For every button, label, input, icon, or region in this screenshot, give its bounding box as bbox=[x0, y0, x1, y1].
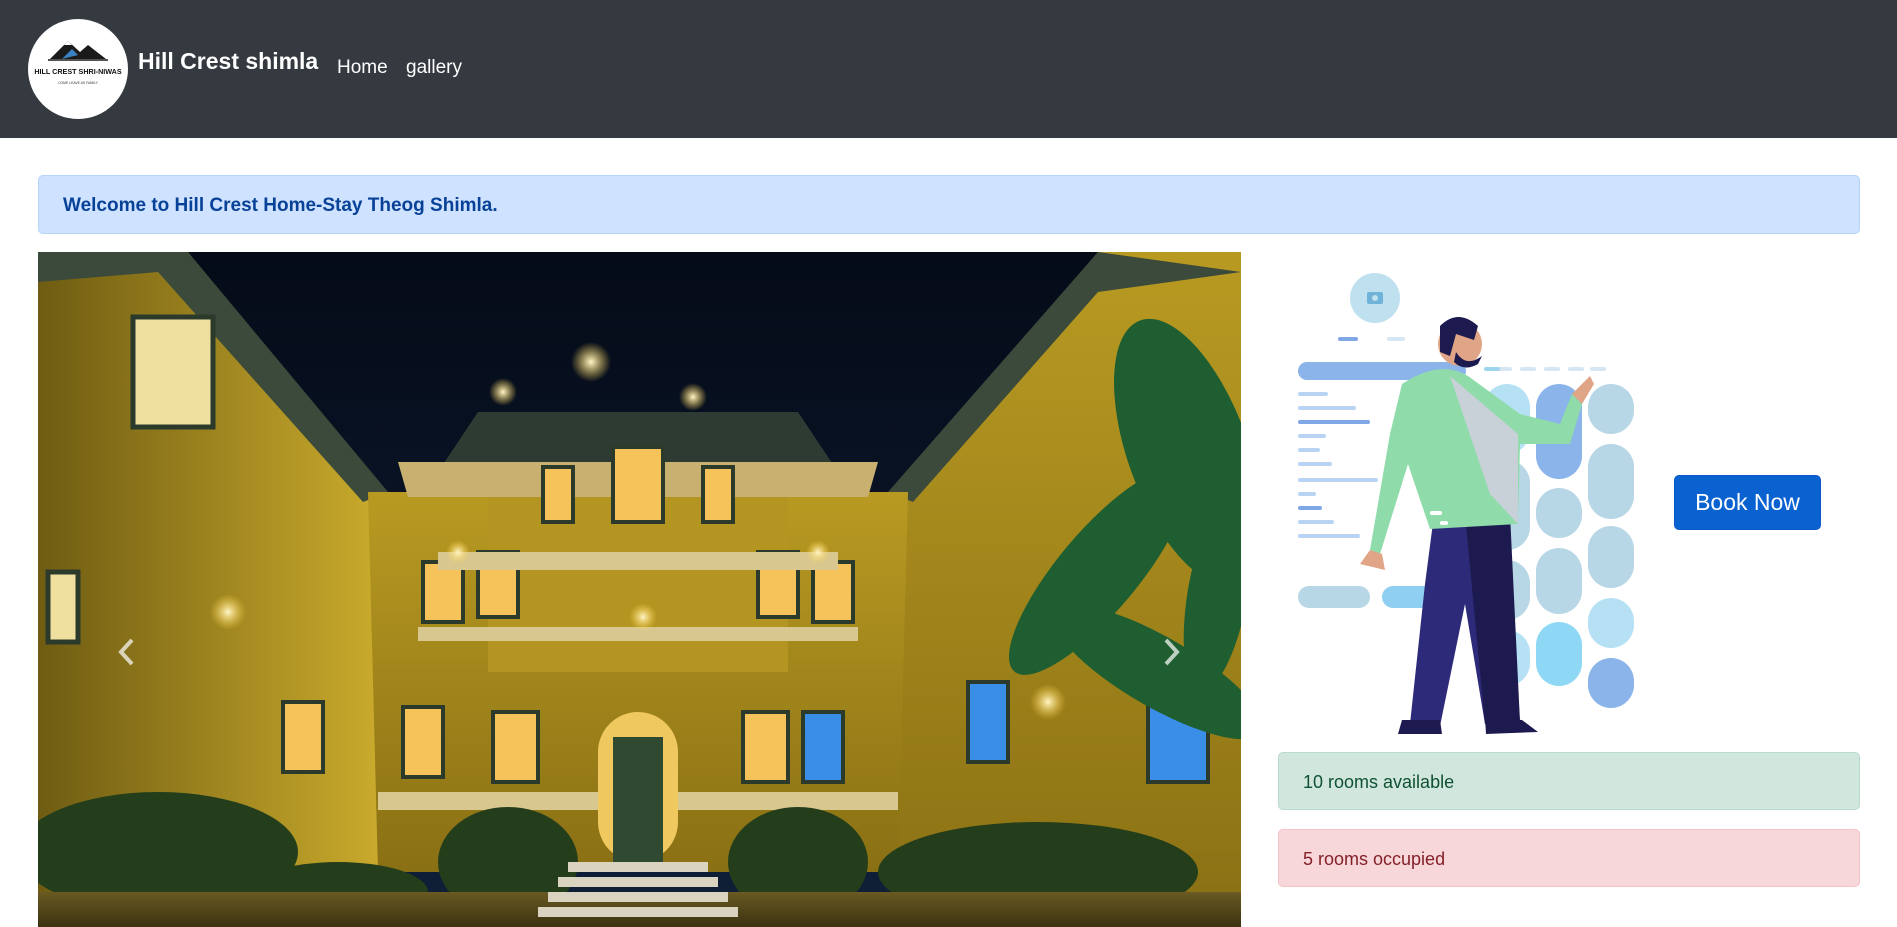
mansion-photo bbox=[38, 252, 1241, 927]
image-carousel[interactable] bbox=[38, 252, 1241, 927]
carousel-prev-button[interactable] bbox=[107, 632, 147, 672]
navbar: HILL CREST SHRI-NIWAS COME LEAVE AS FAMI… bbox=[0, 0, 1897, 138]
rooms-available-alert: 10 rooms available bbox=[1278, 752, 1860, 810]
chevron-right-icon bbox=[1164, 638, 1180, 666]
carousel-next-button[interactable] bbox=[1151, 632, 1191, 672]
chevron-left-icon bbox=[118, 638, 134, 666]
booking-illustration bbox=[1298, 273, 1634, 734]
logo-subtext: COME LEAVE AS FAMILY bbox=[58, 81, 99, 85]
brand-logo[interactable]: HILL CREST SHRI-NIWAS COME LEAVE AS FAMI… bbox=[28, 19, 128, 119]
rooms-available-text: 10 rooms available bbox=[1303, 772, 1455, 792]
rooms-occupied-text: 5 rooms occupied bbox=[1303, 849, 1446, 869]
nav-link-gallery[interactable]: gallery bbox=[406, 57, 462, 79]
welcome-alert: Welcome to Hill Crest Home-Stay Theog Sh… bbox=[38, 175, 1860, 234]
nav-link-home[interactable]: Home bbox=[337, 57, 388, 79]
logo-text: HILL CREST SHRI-NIWAS bbox=[34, 67, 122, 76]
mountain-logo-icon: HILL CREST SHRI-NIWAS COME LEAVE AS FAMI… bbox=[34, 41, 122, 85]
book-now-button[interactable]: Book Now bbox=[1674, 475, 1821, 530]
welcome-message: Welcome to Hill Crest Home-Stay Theog Sh… bbox=[63, 195, 498, 216]
rooms-occupied-alert: 5 rooms occupied bbox=[1278, 829, 1860, 887]
brand-title[interactable]: Hill Crest shimla bbox=[138, 48, 318, 75]
